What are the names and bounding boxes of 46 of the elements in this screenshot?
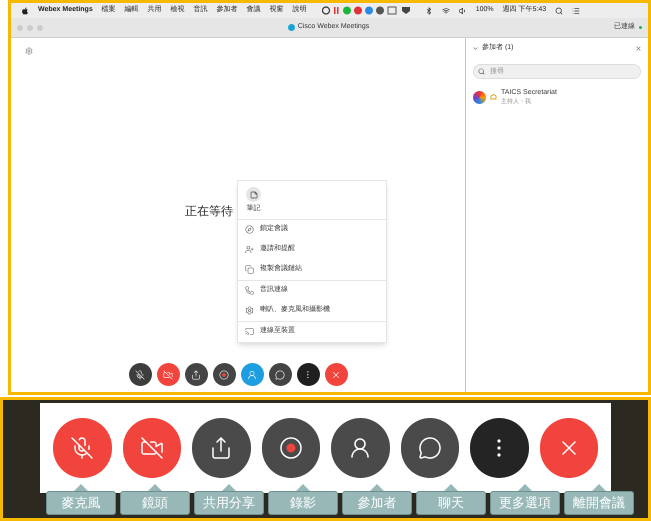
more-icon: [497, 439, 502, 457]
muted-mic-icon: [70, 436, 94, 460]
callout-pointer-icon: [296, 484, 310, 491]
video-off-icon: [163, 370, 173, 380]
search-icon: [555, 6, 564, 14]
video-off-icon: [140, 436, 164, 460]
compass-icon: [245, 225, 254, 234]
add-person-icon: [245, 245, 254, 254]
volume-icon: [458, 6, 467, 14]
more-button[interactable]: [296, 363, 320, 386]
bluetooth-icon: [424, 6, 433, 14]
share-icon: [191, 370, 201, 380]
list-icon: [572, 6, 580, 14]
callout-pointer-icon: [370, 484, 384, 491]
wifi-icon: [442, 6, 450, 14]
waiting-text: 正在等待: [185, 203, 233, 220]
chat-icon: [275, 370, 285, 380]
mic-button[interactable]: [128, 363, 152, 386]
settings-icon: [245, 306, 254, 315]
chevron-icon[interactable]: [472, 44, 479, 52]
callout-pointer-icon: [444, 484, 458, 491]
video-button[interactable]: [156, 363, 180, 386]
share-button[interactable]: [184, 363, 208, 386]
chat-icon: [418, 436, 442, 460]
copy-icon: [245, 265, 254, 274]
record-icon: [219, 370, 229, 380]
chat-button[interactable]: [268, 363, 292, 386]
cast-icon: [245, 327, 254, 336]
callout-pointer-icon: [518, 484, 532, 491]
record-icon: [278, 436, 303, 460]
callout-pointer-icon: [592, 484, 606, 491]
settings-icon[interactable]: [25, 47, 33, 55]
phone-icon: [245, 286, 254, 295]
note-icon: [250, 190, 258, 198]
avatar: [473, 90, 486, 104]
apple-icon: [21, 6, 29, 14]
leave-button[interactable]: [324, 363, 348, 386]
close-icon[interactable]: [635, 44, 642, 52]
callout-pointer-icon: [222, 484, 236, 491]
close-icon: [331, 370, 341, 380]
callout-pointer-icon: [148, 484, 162, 491]
muted-mic-icon: [135, 370, 145, 380]
search-icon: [478, 68, 485, 74]
callout-pointer-icon: [74, 484, 88, 491]
person-icon: [247, 370, 257, 380]
record-button[interactable]: [212, 363, 236, 386]
